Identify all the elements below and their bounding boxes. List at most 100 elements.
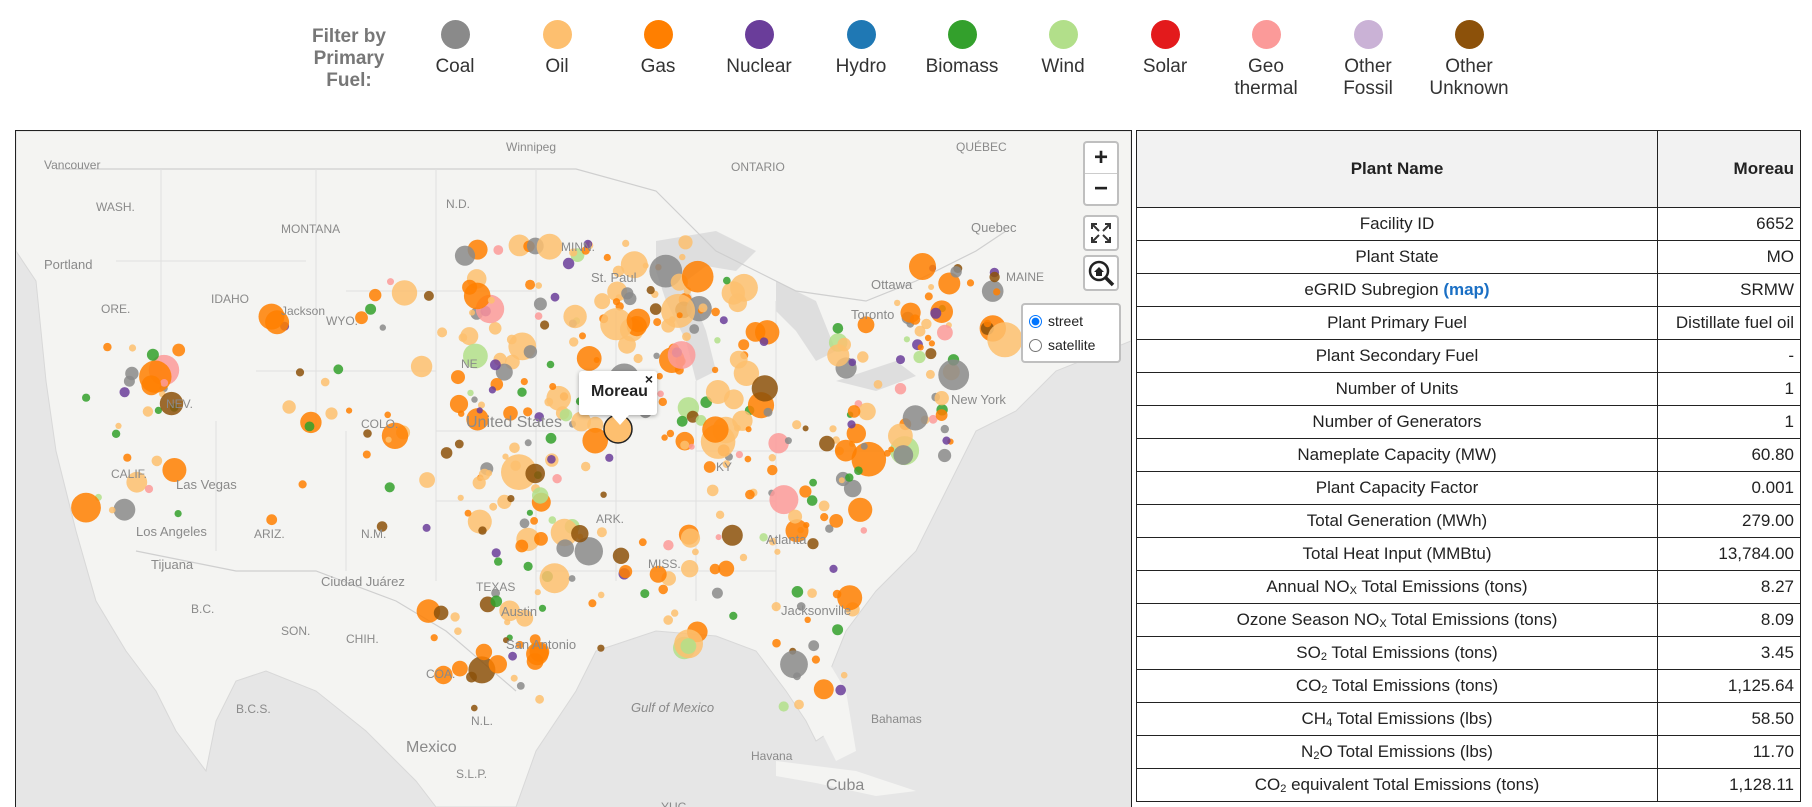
plant-marker[interactable] xyxy=(698,303,708,313)
plant-marker[interactable] xyxy=(642,262,649,269)
plant-marker[interactable] xyxy=(534,589,541,596)
plant-marker[interactable] xyxy=(902,405,928,431)
plant-marker[interactable] xyxy=(478,468,491,481)
plant-marker[interactable] xyxy=(840,671,848,679)
plant-marker[interactable] xyxy=(721,281,745,305)
plant-marker[interactable] xyxy=(579,332,586,340)
plant-marker[interactable] xyxy=(466,671,477,683)
plant-marker[interactable] xyxy=(369,288,382,302)
plant-marker[interactable] xyxy=(535,694,544,704)
plant-marker[interactable] xyxy=(146,348,159,361)
plant-marker[interactable] xyxy=(556,539,574,557)
plant-marker[interactable] xyxy=(440,447,453,459)
fuel-color-dot[interactable] xyxy=(542,20,572,49)
plant-marker[interactable] xyxy=(545,432,557,444)
plant-marker[interactable] xyxy=(807,538,819,550)
fuel-color-dot[interactable] xyxy=(1048,20,1078,49)
plant-marker[interactable] xyxy=(622,239,630,247)
plant-marker[interactable] xyxy=(657,390,664,398)
plant-marker[interactable] xyxy=(144,484,154,494)
plant-marker[interactable] xyxy=(706,484,719,497)
plant-marker[interactable] xyxy=(174,510,182,518)
map-canvas[interactable]: Vancouver WASH. MONTANA Portland IDAHO ORE. Ja… xyxy=(16,131,1131,807)
plant-marker[interactable] xyxy=(829,514,844,528)
plant-marker[interactable] xyxy=(983,319,992,328)
plant-marker[interactable] xyxy=(547,455,556,464)
plant-marker[interactable] xyxy=(142,406,154,417)
plant-marker[interactable] xyxy=(847,405,861,418)
plant-marker[interactable] xyxy=(535,282,542,289)
plant-marker[interactable] xyxy=(848,497,873,522)
plant-marker[interactable] xyxy=(469,309,475,316)
plant-marker[interactable] xyxy=(928,284,935,290)
plant-marker[interactable] xyxy=(914,325,926,337)
fuel-filter-10[interactable]: Other Unknown xyxy=(1419,20,1519,100)
plant-marker[interactable] xyxy=(942,436,951,445)
plant-marker[interactable] xyxy=(489,502,498,511)
popup-close-button[interactable]: × xyxy=(645,371,653,387)
plant-marker[interactable] xyxy=(735,451,744,459)
plant-marker[interactable] xyxy=(702,416,729,443)
plant-marker[interactable] xyxy=(384,482,395,493)
plant-marker[interactable] xyxy=(588,599,597,608)
plant-marker[interactable] xyxy=(680,440,690,450)
plant-marker[interactable] xyxy=(391,280,418,306)
plant-marker[interactable] xyxy=(471,704,478,712)
fuel-color-dot[interactable] xyxy=(440,20,470,49)
plant-marker[interactable] xyxy=(829,425,837,433)
plant-marker[interactable] xyxy=(546,385,571,411)
fuel-filter-6[interactable]: Wind xyxy=(1013,20,1113,78)
plant-marker[interactable] xyxy=(759,337,769,346)
plant-marker[interactable] xyxy=(857,351,869,363)
plant-marker[interactable] xyxy=(525,463,545,484)
plant-marker[interactable] xyxy=(767,464,778,476)
plant-marker[interactable] xyxy=(433,605,449,621)
plant-marker[interactable] xyxy=(763,407,773,417)
plant-marker[interactable] xyxy=(362,450,371,459)
plant-marker[interactable] xyxy=(711,366,719,374)
plant-marker[interactable] xyxy=(938,359,970,391)
plant-marker[interactable] xyxy=(552,474,562,484)
plant-marker[interactable] xyxy=(646,286,655,295)
plant-marker[interactable] xyxy=(649,303,662,315)
plant-marker[interactable] xyxy=(903,336,911,343)
plant-marker[interactable] xyxy=(437,327,448,338)
plant-marker[interactable] xyxy=(454,439,464,449)
plant-marker[interactable] xyxy=(981,280,1004,302)
plant-marker[interactable] xyxy=(346,407,353,414)
plant-marker[interactable] xyxy=(909,314,921,325)
plant-marker[interactable] xyxy=(562,257,575,270)
plant-marker[interactable] xyxy=(917,344,924,351)
plant-marker[interactable] xyxy=(715,510,725,519)
plant-marker[interactable] xyxy=(744,455,752,463)
plant-marker[interactable] xyxy=(638,538,647,547)
plant-marker[interactable] xyxy=(924,334,932,342)
plant-marker[interactable] xyxy=(703,461,716,473)
plant-marker[interactable] xyxy=(172,343,186,357)
plant-marker[interactable] xyxy=(832,624,844,636)
plant-marker[interactable] xyxy=(515,539,529,553)
plant-marker[interactable] xyxy=(811,655,821,664)
plant-marker[interactable] xyxy=(488,655,507,674)
zoom-out-button[interactable]: − xyxy=(1085,173,1117,204)
plant-marker[interactable] xyxy=(666,429,675,438)
plant-marker[interactable] xyxy=(454,627,462,635)
plant-marker[interactable] xyxy=(464,509,472,517)
fuel-color-dot[interactable] xyxy=(1454,20,1484,49)
plant-marker[interactable] xyxy=(883,449,891,457)
plant-marker[interactable] xyxy=(419,472,435,488)
plant-marker[interactable] xyxy=(603,253,611,262)
plant-marker[interactable] xyxy=(619,565,633,579)
plant-marker[interactable] xyxy=(738,339,750,351)
plant-marker[interactable] xyxy=(476,407,483,414)
plant-marker[interactable] xyxy=(858,402,876,421)
plant-marker[interactable] xyxy=(549,383,557,390)
plant-marker[interactable] xyxy=(467,389,474,397)
plant-marker[interactable] xyxy=(298,480,307,489)
plant-marker[interactable] xyxy=(626,308,651,333)
plant-marker[interactable] xyxy=(768,454,776,462)
plant-marker[interactable] xyxy=(663,615,673,625)
plant-marker[interactable] xyxy=(819,435,835,452)
plant-marker[interactable] xyxy=(493,245,504,255)
plant-marker[interactable] xyxy=(325,407,338,420)
